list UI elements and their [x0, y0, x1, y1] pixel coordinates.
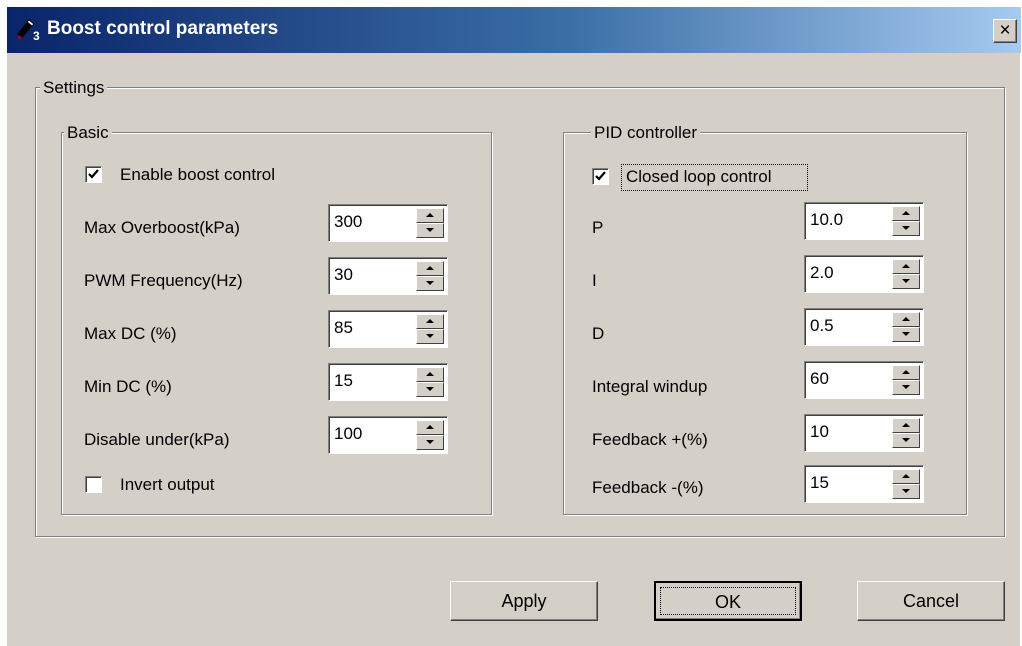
pid-p-label: P — [592, 218, 604, 237]
max-dc-value[interactable]: 85 — [334, 317, 353, 339]
spin-down-button[interactable] — [892, 221, 920, 236]
invert-output-label[interactable]: Invert output — [120, 474, 215, 496]
app-icon: 3 — [15, 18, 43, 43]
pid-p-value[interactable]: 10.0 — [810, 209, 843, 231]
pid-i-label: I — [592, 271, 597, 290]
max-overboost-label: Max Overboost(kPa) — [84, 218, 240, 237]
spin-down-button[interactable] — [892, 327, 920, 342]
integral-windup-spinner[interactable]: 60 — [804, 361, 924, 399]
min-dc-label: Min DC (%) — [84, 377, 172, 396]
spin-down-button[interactable] — [416, 435, 444, 450]
max-overboost-spinner[interactable]: 300 — [328, 204, 448, 242]
min-dc-value[interactable]: 15 — [334, 370, 353, 392]
spin-down-button[interactable] — [892, 484, 920, 499]
disable-under-spinner[interactable]: 100 — [328, 416, 448, 454]
feedback-plus-spinner[interactable]: 10 — [804, 414, 924, 452]
spin-up-button[interactable] — [892, 259, 920, 274]
window-title: Boost control parameters — [47, 18, 279, 39]
close-icon: × — [999, 20, 1011, 41]
ok-label: OK — [714, 592, 741, 612]
spin-down-button[interactable] — [892, 380, 920, 395]
spin-up-button[interactable] — [892, 469, 920, 484]
max-dc-label: Max DC (%) — [84, 324, 177, 343]
spin-down-button[interactable] — [892, 274, 920, 289]
pid-p-spinner[interactable]: 10.0 — [804, 202, 924, 240]
closed-loop-checkbox[interactable] — [592, 168, 609, 185]
basic-legend: Basic — [64, 123, 112, 143]
feedback-minus-spinner[interactable]: 15 — [804, 465, 924, 503]
title-bar[interactable]: 3 Boost control parameters × — [7, 7, 1021, 53]
pid-d-value[interactable]: 0.5 — [810, 315, 834, 337]
pid-d-label: D — [592, 324, 605, 343]
spin-down-button[interactable] — [416, 329, 444, 344]
ok-button[interactable]: OK — [654, 581, 802, 621]
disable-under-value[interactable]: 100 — [334, 423, 362, 445]
checkmark-icon — [595, 171, 606, 181]
spin-up-button[interactable] — [416, 208, 444, 223]
feedback-plus-label: Feedback +(%) — [592, 430, 708, 449]
enable-boost-checkbox[interactable] — [85, 166, 102, 183]
settings-legend: Settings — [40, 78, 108, 98]
integral-windup-value[interactable]: 60 — [810, 368, 829, 390]
max-overboost-value[interactable]: 300 — [334, 211, 362, 233]
feedback-minus-label: Feedback -(%) — [592, 478, 704, 497]
spin-up-button[interactable] — [416, 261, 444, 276]
pid-legend: PID controller — [591, 123, 700, 143]
enable-boost-label[interactable]: Enable boost control — [120, 164, 275, 186]
cancel-button[interactable]: Cancel — [857, 581, 1005, 621]
dialog-window: 3 Boost control parameters × Settings Ba… — [6, 6, 1021, 646]
pid-i-value[interactable]: 2.0 — [810, 262, 834, 284]
disable-under-label: Disable under(kPa) — [84, 430, 230, 449]
svg-text:3: 3 — [33, 29, 40, 42]
pid-i-spinner[interactable]: 2.0 — [804, 255, 924, 293]
spin-down-button[interactable] — [892, 433, 920, 448]
spin-up-button[interactable] — [892, 418, 920, 433]
spin-down-button[interactable] — [416, 382, 444, 397]
spin-up-button[interactable] — [892, 312, 920, 327]
spin-down-button[interactable] — [416, 223, 444, 238]
invert-output-checkbox[interactable] — [85, 476, 102, 493]
integral-windup-label: Integral windup — [592, 377, 708, 396]
max-dc-spinner[interactable]: 85 — [328, 310, 448, 348]
spin-up-button[interactable] — [892, 206, 920, 221]
spin-down-button[interactable] — [416, 276, 444, 291]
feedback-minus-value[interactable]: 15 — [810, 472, 829, 494]
close-button[interactable]: × — [993, 19, 1017, 43]
pwm-frequency-label: PWM Frequency(Hz) — [84, 271, 243, 290]
closed-loop-label[interactable]: Closed loop control — [626, 166, 772, 188]
min-dc-spinner[interactable]: 15 — [328, 363, 448, 401]
feedback-plus-value[interactable]: 10 — [810, 421, 829, 443]
spin-up-button[interactable] — [416, 314, 444, 329]
pid-d-spinner[interactable]: 0.5 — [804, 308, 924, 346]
spin-up-button[interactable] — [416, 420, 444, 435]
pwm-frequency-spinner[interactable]: 30 — [328, 257, 448, 295]
spin-up-button[interactable] — [892, 365, 920, 380]
apply-button[interactable]: Apply — [450, 581, 598, 621]
checkmark-icon — [88, 169, 99, 179]
spin-up-button[interactable] — [416, 367, 444, 382]
pwm-frequency-value[interactable]: 30 — [334, 264, 353, 286]
